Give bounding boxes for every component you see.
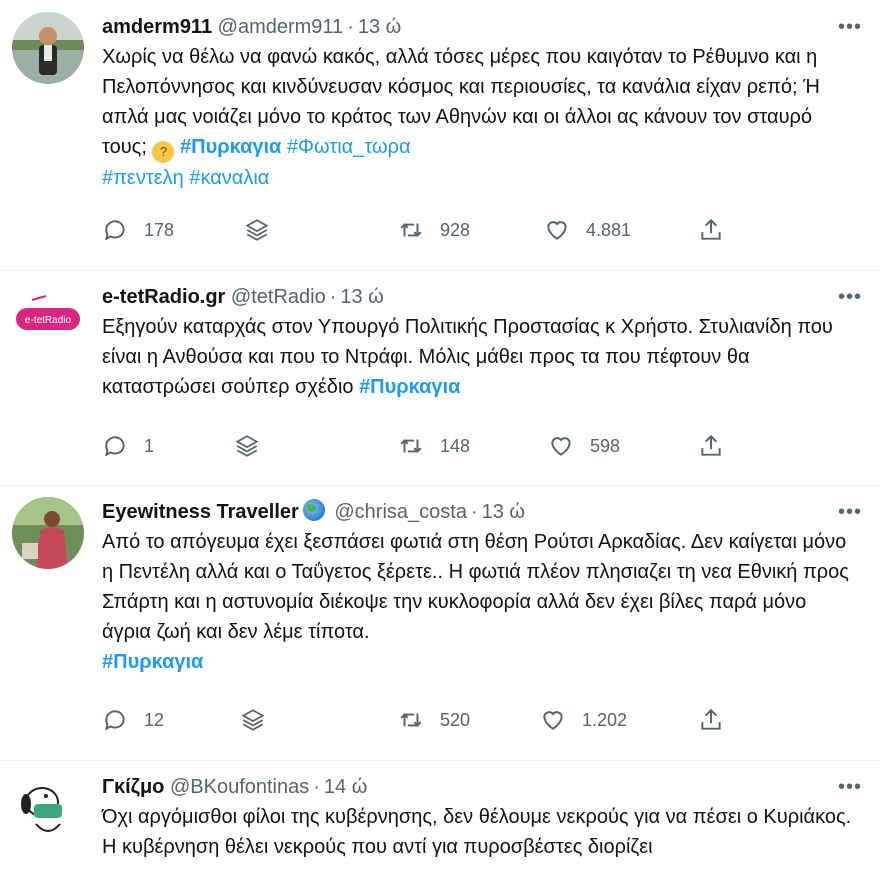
like-button[interactable]: 4.881: [544, 214, 631, 246]
timeline-feed: amderm911 @amderm911 · 13 ώ Χωρίς να θέλω …: [0, 0, 880, 874]
retweet-button[interactable]: 928: [398, 214, 470, 246]
like-button[interactable]: 598: [548, 430, 620, 462]
tweet[interactable]: Γκίζμο @BKoufontinas · 14 ώ Όχι αργόμισθοι…: [0, 760, 880, 874]
retweet-icon: [400, 223, 422, 237]
layers-icon: [235, 435, 259, 457]
tweet[interactable]: Eyewitness Traveller @chrisa_costa · 13 ώ …: [0, 485, 880, 761]
tweet-text: Από το απόγευμα έχει ξεσπάσει φωτιά στη …: [102, 531, 855, 673]
tweet-header: Eyewitness Traveller @chrisa_costa · 13 ώ: [102, 499, 526, 523]
layers-icon: [241, 709, 265, 731]
reply-button[interactable]: 1: [102, 430, 154, 462]
heart-icon: [543, 711, 563, 730]
avatar[interactable]: [12, 772, 84, 844]
timestamp[interactable]: 13 ώ: [358, 16, 401, 38]
tweet[interactable]: e-tetRadio e-tetRadio.gr @tetRadio · 13 ώ …: [0, 270, 880, 486]
avatar[interactable]: e-tetRadio: [12, 282, 84, 354]
like-button[interactable]: 1.202: [540, 704, 627, 736]
reply-count: 12: [144, 709, 165, 730]
tweet-actions: 178 928 4.881: [102, 214, 742, 246]
hashtag[interactable]: #Πυρκαγια: [102, 651, 203, 673]
hashtag[interactable]: #Πυρκαγια: [359, 376, 460, 398]
reply-icon: [104, 436, 125, 457]
retweet-count: 520: [440, 709, 471, 730]
tweet-actions: 12 520 1.202: [102, 704, 742, 736]
hashtag[interactable]: #Φωτια_τωρα: [287, 136, 411, 158]
reply-count: 1: [144, 435, 155, 456]
heart-icon: [551, 437, 571, 456]
more-icon[interactable]: •••: [838, 502, 862, 522]
globe-icon: [302, 499, 325, 521]
avatar-logo-text: e-tetRadio: [25, 315, 72, 326]
avatar[interactable]: [12, 497, 84, 569]
like-count: 1.202: [582, 709, 628, 730]
tweet-header: Γκίζμο @BKoufontinas · 14 ώ: [102, 776, 368, 798]
layers-button[interactable]: [234, 430, 276, 462]
user-handle[interactable]: @tetRadio: [231, 286, 326, 308]
more-icon[interactable]: •••: [838, 287, 862, 307]
like-count: 4.881: [586, 219, 632, 240]
reply-button[interactable]: 12: [102, 704, 164, 736]
timestamp[interactable]: 14 ώ: [324, 776, 367, 798]
hashtag[interactable]: #Πυρκαγια: [180, 136, 281, 158]
share-icon: [701, 708, 721, 730]
retweet-count: 148: [440, 435, 471, 456]
hashtag[interactable]: #πεντελη: [102, 167, 184, 189]
tweet-text: Εξηγούν καταρχάς στον Υπουργό Πολιτικής …: [102, 316, 839, 398]
retweet-icon: [400, 713, 422, 727]
tweet-text: Όχι αργόμισθοι φίλοι της κυβέρνησης, δεν…: [102, 806, 857, 858]
heart-icon: [547, 221, 567, 240]
share-button[interactable]: [698, 704, 740, 736]
share-icon: [701, 434, 721, 456]
retweet-button[interactable]: 520: [398, 704, 470, 736]
layers-button[interactable]: [240, 704, 282, 736]
user-handle[interactable]: @BKoufontinas: [170, 776, 309, 798]
timestamp[interactable]: 13 ώ: [482, 501, 525, 523]
tweet[interactable]: amderm911 @amderm911 · 13 ώ Χωρίς να θέλω …: [0, 0, 880, 271]
retweet-button[interactable]: 148: [398, 430, 470, 462]
more-icon[interactable]: •••: [838, 17, 862, 37]
like-count: 598: [590, 435, 621, 456]
share-button[interactable]: [698, 430, 740, 462]
timestamp[interactable]: 13 ώ: [340, 286, 383, 308]
tweet-header: e-tetRadio.gr @tetRadio · 13 ώ: [102, 286, 384, 308]
display-name[interactable]: e-tetRadio.gr: [102, 286, 225, 308]
hashtag[interactable]: #καναλια: [189, 167, 269, 189]
tweet-actions: 1 148 598: [102, 430, 742, 462]
reply-icon: [104, 220, 125, 241]
tweet-text: Χωρίς να θέλω να φανώ κακός, αλλά τόσες …: [102, 46, 826, 189]
display-name[interactable]: Γκίζμο: [102, 776, 164, 798]
avatar[interactable]: [12, 12, 84, 84]
reply-button[interactable]: 178: [102, 214, 174, 246]
share-button[interactable]: [698, 214, 740, 246]
more-icon[interactable]: •••: [838, 777, 862, 797]
retweet-icon: [400, 439, 422, 453]
reply-count: 178: [144, 219, 175, 240]
layers-icon: [245, 219, 269, 241]
display-name[interactable]: Eyewitness Traveller: [102, 501, 299, 523]
layers-button[interactable]: [244, 214, 286, 246]
user-handle[interactable]: @amderm911: [218, 16, 344, 38]
reply-icon: [104, 710, 125, 731]
tweet-header: amderm911 @amderm911 · 13 ώ: [102, 16, 402, 38]
retweet-count: 928: [440, 219, 471, 240]
share-icon: [701, 218, 721, 240]
display-name[interactable]: amderm911: [102, 16, 212, 38]
user-handle[interactable]: @chrisa_costa: [334, 501, 467, 523]
thinking-face-icon: ?: [152, 141, 175, 163]
